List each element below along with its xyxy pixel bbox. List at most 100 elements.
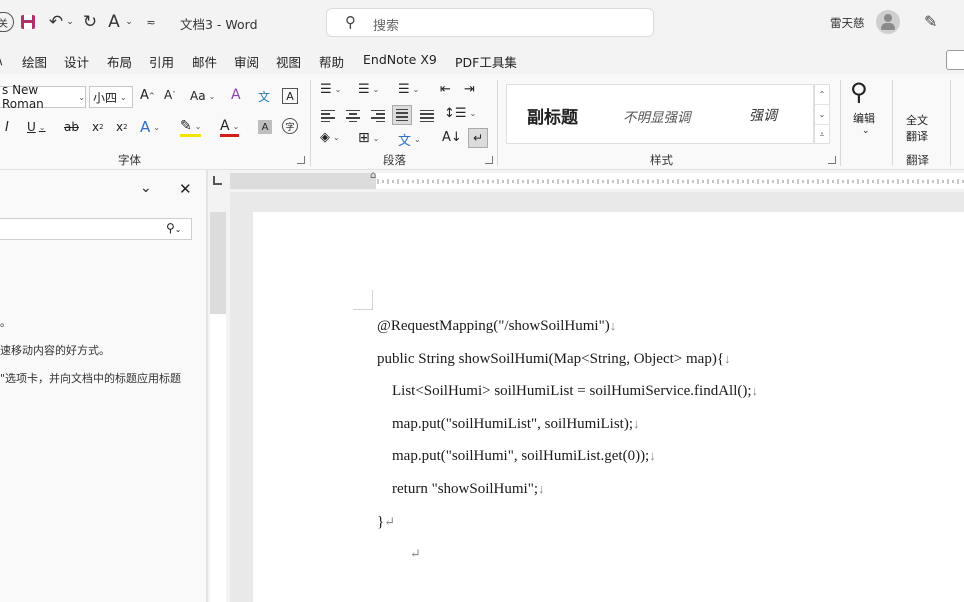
highlight-color-icon[interactable]: ✎ ⌄ (180, 118, 202, 137)
shading-icon[interactable]: ◈ ⌄ (320, 130, 340, 145)
autosave-toggle-icon[interactable]: 关 (0, 12, 14, 32)
document-line[interactable]: @RequestMapping("/showSoilHumi")↓ (377, 318, 616, 335)
quick-access-dropdown-icon[interactable]: ⌄ (124, 12, 134, 32)
tab-pdf-tools[interactable]: PDF工具集 (455, 52, 517, 71)
editing-label[interactable]: 编辑 (853, 110, 875, 126)
show-paragraph-marks-icon[interactable]: ↵ (468, 128, 488, 148)
more-styles-icon[interactable]: ⩡ (815, 125, 829, 145)
tab-insert[interactable]: \ (0, 52, 2, 67)
tab-design[interactable]: 设计 (64, 52, 89, 71)
enclose-characters-icon[interactable]: 字 (282, 118, 298, 134)
text-effects-icon[interactable]: A ⌄ (140, 118, 160, 136)
document-line[interactable]: map.put("soilHumiList", soilHumiList);↓ (377, 416, 640, 433)
document-line[interactable]: map.put("soilHumi", soilHumiList.get(0))… (377, 448, 656, 465)
styles-dialog-launcher-icon[interactable] (828, 156, 836, 164)
paragraph-mark: ↓ (609, 318, 617, 333)
comments-button[interactable] (946, 50, 964, 70)
tab-endnote[interactable]: EndNote X9 (363, 52, 437, 67)
grow-font-icon[interactable]: A ^ (140, 88, 155, 103)
group-label-translate: 翻译 (906, 153, 929, 167)
align-center-icon[interactable] (343, 106, 363, 126)
group-divider (950, 80, 951, 166)
borders-icon[interactable]: ⊞ ⌄ (358, 130, 379, 146)
tab-draw[interactable]: 绘图 (22, 52, 47, 71)
decrease-indent-icon[interactable]: ⇤ (440, 82, 451, 97)
tab-help[interactable]: 帮助 (319, 52, 344, 71)
font-name-select[interactable]: s New Roman ⌄ (0, 83, 86, 111)
strikethrough-icon[interactable]: ab (64, 120, 79, 134)
italic-icon[interactable]: I (5, 120, 9, 135)
chevron-up-icon[interactable]: ⌃ (815, 85, 829, 105)
chevron-down-icon[interactable]: ⌄ (862, 126, 870, 136)
undo-dropdown-icon[interactable]: ⌄ (66, 12, 74, 32)
document-line[interactable]: List<SoilHumi> soilHumiList = soilHumiSe… (377, 383, 758, 400)
tab-selector-icon[interactable] (213, 176, 222, 185)
customize-quick-access-icon[interactable]: ≂ (144, 12, 158, 32)
close-icon[interactable]: ✕ (179, 180, 192, 198)
pane-splitter[interactable] (206, 170, 208, 602)
redo-icon[interactable]: ↻ (80, 12, 100, 32)
paragraph-dialog-launcher-icon[interactable] (485, 156, 493, 164)
sort-icon[interactable]: A↓ (442, 130, 462, 145)
tab-view[interactable]: 视图 (276, 52, 301, 71)
group-divider (497, 80, 498, 166)
ribbon-tabs: \ 绘图 设计 布局 引用 邮件 审阅 视图 帮助 EndNote X9 PDF… (0, 44, 964, 74)
character-border-icon[interactable]: A (282, 88, 298, 104)
user-name[interactable]: 雷天慈 (830, 15, 865, 31)
group-label-font: 字体 (118, 153, 141, 167)
avatar[interactable] (876, 10, 900, 34)
tab-layout[interactable]: 布局 (107, 52, 132, 71)
search-input[interactable]: ⚲ 搜索 (326, 8, 654, 37)
nav-search-input[interactable]: ⚲⌄ (0, 218, 192, 240)
chevron-down-icon[interactable]: ⌄ (140, 180, 152, 196)
tab-review[interactable]: 审阅 (234, 52, 259, 71)
nav-hint-text: 速移动内容的好方式。 (0, 344, 110, 357)
undo-icon[interactable]: ↶ (46, 12, 66, 32)
document-line-text: map.put("soilHumi", soilHumiList.get(0))… (377, 448, 650, 465)
document-line[interactable]: public String showSoilHumi(Map<String, O… (377, 351, 731, 368)
superscript-icon[interactable]: x2 (116, 120, 128, 134)
fulltext-translate-label-2[interactable]: 翻译 (906, 128, 928, 144)
ribbon: s New Roman ⌄ 小四 ⌄ A ^ Aˇ Aa ⌄ A 文 A I U ⌄ ab… (0, 74, 964, 170)
document-line[interactable]: ↵ (410, 546, 421, 563)
style-subtle-emphasis[interactable]: 不明显强调 (623, 106, 691, 126)
styles-scroll[interactable]: ⌃ ⌄ ⩡ (814, 84, 830, 144)
bullets-icon[interactable]: ☰ ⌄ (320, 82, 341, 97)
clear-formatting-icon[interactable]: A (231, 87, 241, 103)
styles-gallery[interactable]: 副标题 不明显强调 强调 (506, 84, 814, 144)
change-case-icon[interactable]: Aa ⌄ (190, 89, 215, 103)
pen-icon[interactable]: ✎ (924, 12, 937, 31)
style-subtitle[interactable]: 副标题 (527, 103, 578, 128)
subscript-icon[interactable]: x2 (92, 120, 104, 134)
fulltext-translate-label[interactable]: 全文 (906, 112, 928, 128)
shrink-font-icon[interactable]: Aˇ (164, 88, 176, 102)
format-painter-icon[interactable]: A (104, 12, 124, 32)
distributed-icon[interactable] (417, 106, 437, 126)
tab-mailings[interactable]: 邮件 (192, 52, 217, 71)
multilevel-list-icon[interactable]: ☰ ⌄ (398, 82, 419, 97)
font-color-icon[interactable]: A ⌄ (220, 118, 240, 137)
justify-icon[interactable] (392, 105, 412, 125)
search-icon: ⚲ (345, 13, 356, 31)
save-icon[interactable] (18, 12, 38, 32)
numbering-icon[interactable]: ☰ ⌄ (358, 82, 379, 97)
document-line[interactable]: return "showSoilHumi";↓ (377, 481, 545, 498)
line-spacing-icon[interactable]: ↕☰ ⌄ (444, 106, 476, 121)
increase-indent-icon[interactable]: ⇥ (464, 82, 475, 97)
font-size-select[interactable]: 小四 ⌄ (89, 86, 133, 108)
phonetic-guide-icon[interactable]: 文 (258, 88, 270, 105)
find-icon[interactable]: ⚲ (850, 78, 868, 106)
character-shading-icon[interactable]: A (258, 120, 272, 134)
chinese-layout-icon[interactable]: 文 ⌄ (398, 130, 421, 149)
align-right-icon[interactable] (368, 106, 388, 126)
style-emphasis[interactable]: 强调 (749, 105, 777, 125)
chevron-down-icon[interactable]: ⌄ (815, 105, 829, 125)
font-dialog-launcher-icon[interactable] (297, 156, 305, 164)
tab-references[interactable]: 引用 (149, 52, 174, 71)
font-name-value: s New Roman (2, 83, 44, 111)
document-line[interactable]: }↵ (377, 514, 395, 531)
align-left-icon[interactable] (318, 106, 338, 126)
document-page[interactable]: @RequestMapping("/showSoilHumi")↓ public … (253, 212, 964, 602)
underline-icon[interactable]: U ⌄ (27, 120, 46, 134)
indent-marker-icon[interactable]: ⌂ (370, 170, 376, 181)
